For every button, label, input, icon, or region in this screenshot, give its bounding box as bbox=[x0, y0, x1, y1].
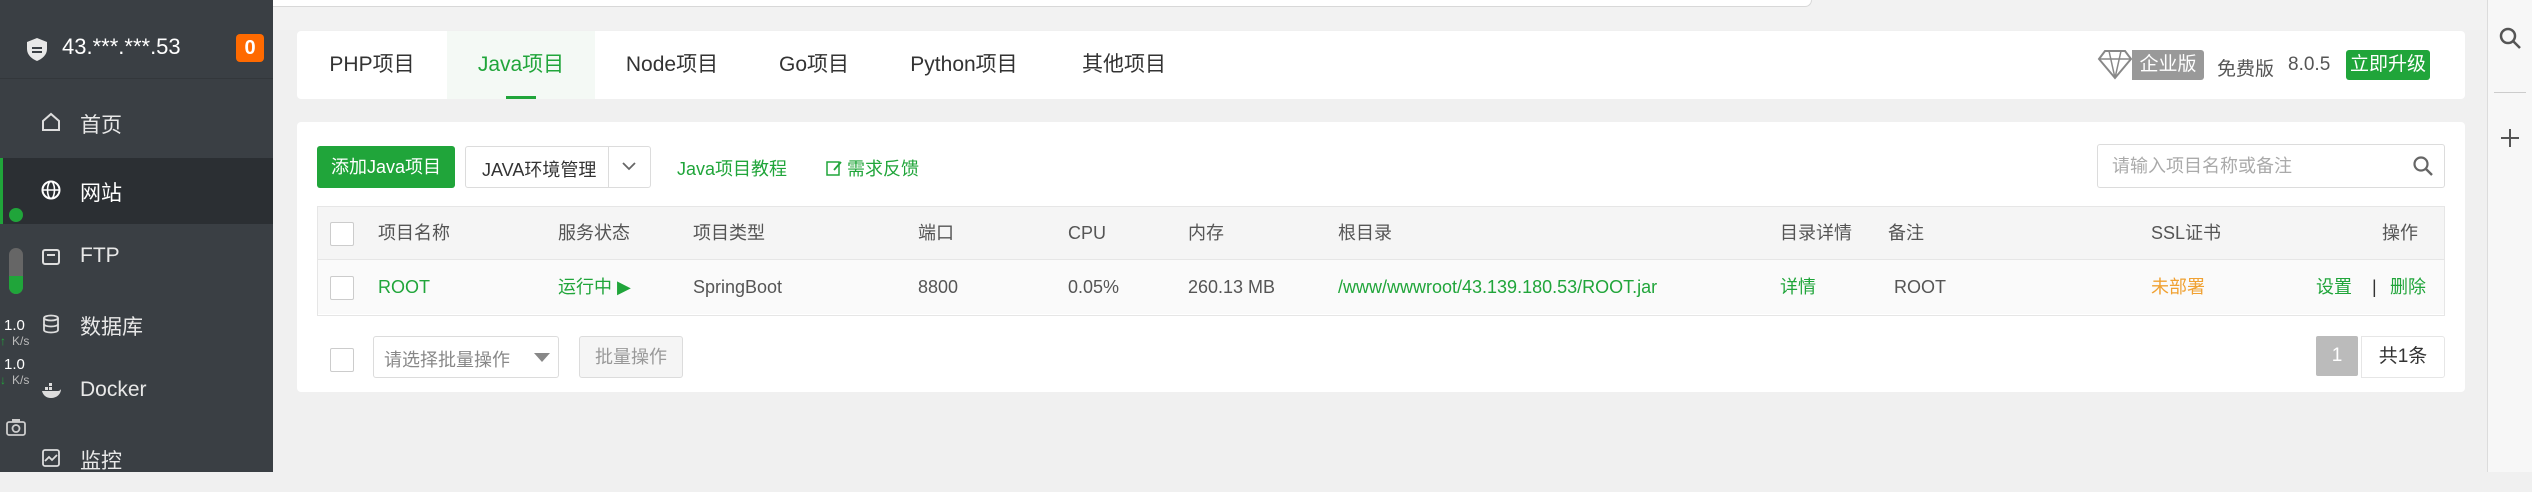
version-number: 8.0.5 bbox=[2288, 54, 2331, 75]
ssl-status-link[interactable]: 未部署 bbox=[2151, 260, 2205, 314]
search-icon[interactable] bbox=[2498, 26, 2522, 50]
status-running[interactable]: 运行中 ▶ bbox=[558, 260, 631, 314]
free-edition-label: 免费版 bbox=[2217, 59, 2275, 80]
load-bar bbox=[9, 248, 23, 294]
tab-php[interactable]: PHP项目 bbox=[297, 31, 447, 99]
action-separator: | bbox=[2372, 277, 2377, 297]
home-icon bbox=[40, 111, 62, 133]
memory-usage: 260.13 MB bbox=[1188, 277, 1276, 297]
batch-select-placeholder: 请选择批量操作 bbox=[384, 350, 510, 370]
select-all-checkbox[interactable] bbox=[330, 222, 354, 246]
project-type: SpringBoot bbox=[693, 277, 783, 297]
sidebar-item-home[interactable]: 首页 bbox=[0, 90, 273, 156]
download-rate: 1.0 bbox=[4, 356, 25, 373]
sidebar-item-label: 首页 bbox=[80, 114, 122, 137]
delete-link[interactable]: 删除 bbox=[2390, 260, 2426, 314]
tab-node[interactable]: Node项目 bbox=[595, 31, 749, 99]
globe-icon bbox=[40, 179, 62, 201]
table-header: 项目名称 服务状态 项目类型 端口 CPU 内存 根目录 目录详情 备注 SSL… bbox=[318, 207, 2444, 260]
tab-java[interactable]: Java项目 bbox=[447, 31, 595, 99]
add-java-project-button[interactable]: 添加Java项目 bbox=[317, 146, 455, 188]
upload-rate: 1.0 bbox=[4, 317, 25, 334]
col-actions: 操作 bbox=[2382, 223, 2418, 243]
col-root: 根目录 bbox=[1338, 223, 1392, 243]
batch-operation-select[interactable]: 请选择批量操作 bbox=[373, 336, 559, 378]
edition-badge[interactable]: 企业版 bbox=[2132, 50, 2204, 80]
browser-side-panel bbox=[2487, 0, 2532, 472]
col-name: 项目名称 bbox=[378, 223, 450, 243]
feedback-link[interactable]: 需求反馈 bbox=[825, 155, 919, 182]
page-number-current[interactable]: 1 bbox=[2316, 336, 2358, 376]
sidebar-item-label: Docker bbox=[80, 378, 147, 401]
server-ip[interactable]: 43.***.***.53 bbox=[62, 34, 181, 60]
batch-select-checkbox[interactable] bbox=[330, 348, 354, 372]
notification-badge[interactable]: 0 bbox=[236, 34, 264, 62]
sidebar: 43.***.***.53 0 首页 网站 FTP 数据库 Docker 监控 … bbox=[0, 0, 273, 473]
sidebar-item-label: 数据库 bbox=[80, 316, 143, 339]
sidebar-item-label: 网站 bbox=[80, 182, 122, 205]
sidebar-item-monitor[interactable]: 监控 bbox=[0, 426, 273, 492]
cpu-usage: 0.05% bbox=[1068, 277, 1120, 297]
sidebar-item-ftp[interactable]: FTP bbox=[0, 225, 273, 291]
project-table: 项目名称 服务状态 项目类型 端口 CPU 内存 根目录 目录详情 备注 SSL… bbox=[317, 206, 2445, 316]
upload-unit: K/s bbox=[12, 334, 30, 348]
search-icon[interactable] bbox=[2412, 155, 2434, 177]
sidebar-item-website[interactable]: 网站 bbox=[0, 158, 273, 224]
sidebar-item-label: FTP bbox=[80, 244, 120, 267]
table-row[interactable]: ROOT 运行中 ▶ SpringBoot 8800 0.05% 260.13 … bbox=[318, 260, 2444, 314]
col-remark: 备注 bbox=[1888, 223, 1924, 243]
download-unit: K/s bbox=[12, 373, 30, 387]
col-cpu: CPU bbox=[1068, 223, 1107, 243]
java-tutorial-link[interactable]: Java项目教程 bbox=[677, 155, 787, 181]
ftp-icon bbox=[40, 246, 62, 268]
col-dir-details: 目录详情 bbox=[1780, 223, 1852, 243]
chevron-down-icon[interactable] bbox=[618, 155, 640, 177]
table-footer: 请选择批量操作 批量操作 1 共1条 bbox=[297, 334, 2465, 380]
caret-down-icon bbox=[534, 353, 550, 362]
settings-link[interactable]: 设置 bbox=[2316, 260, 2352, 314]
sidebar-item-label: 监控 bbox=[80, 450, 122, 473]
arrow-down-icon: ↓ bbox=[0, 373, 6, 387]
col-type: 项目类型 bbox=[693, 223, 765, 243]
network-widget: 1.0 ↑ K/s 1.0 ↓ K/s bbox=[0, 200, 40, 450]
total-count: 共1条 bbox=[2361, 336, 2445, 378]
upgrade-button[interactable]: 立即升级 bbox=[2346, 50, 2430, 80]
col-ssl: SSL证书 bbox=[2151, 223, 2222, 243]
tab-go[interactable]: Go项目 bbox=[749, 31, 879, 99]
tab-other[interactable]: 其他项目 bbox=[1049, 31, 1199, 99]
sidebar-item-database[interactable]: 数据库 bbox=[0, 292, 273, 358]
tab-python[interactable]: Python项目 bbox=[879, 31, 1049, 99]
batch-operation-button[interactable]: 批量操作 bbox=[579, 336, 683, 378]
project-tabs-bar: PHP项目 Java项目 Node项目 Go项目 Python项目 其他项目 企… bbox=[297, 31, 2465, 99]
project-name-link[interactable]: ROOT bbox=[378, 260, 430, 314]
remark-value[interactable]: ROOT bbox=[1894, 260, 1946, 314]
sidebar-item-docker[interactable]: Docker bbox=[0, 359, 273, 425]
arrow-up-icon: ↑ bbox=[0, 334, 6, 348]
project-port: 8800 bbox=[918, 277, 959, 297]
database-icon bbox=[40, 313, 62, 335]
diamond-icon bbox=[2097, 47, 2133, 81]
java-project-panel: 添加Java项目 JAVA环境管理 Java项目教程 需求反馈 项目名称 服务状… bbox=[297, 122, 2465, 392]
camera-icon[interactable] bbox=[6, 418, 26, 442]
monitor-icon bbox=[40, 447, 62, 469]
col-memory: 内存 bbox=[1188, 223, 1224, 243]
edit-icon bbox=[825, 159, 843, 182]
col-status: 服务状态 bbox=[558, 223, 630, 243]
sidebar-header: 43.***.***.53 0 bbox=[0, 20, 273, 79]
col-port: 端口 bbox=[918, 223, 954, 243]
dir-details-link[interactable]: 详情 bbox=[1780, 260, 1816, 314]
status-dot bbox=[9, 208, 23, 222]
root-dir-link[interactable]: /www/wwwroot/43.139.180.53/ROOT.jar bbox=[1338, 260, 1657, 314]
project-search-box[interactable] bbox=[2097, 144, 2445, 188]
plus-icon[interactable] bbox=[2498, 126, 2522, 150]
search-input[interactable] bbox=[2110, 153, 2404, 179]
row-checkbox[interactable] bbox=[330, 276, 354, 300]
browser-top-area bbox=[0, 0, 2532, 30]
server-logo-icon bbox=[24, 36, 50, 62]
java-env-dropdown[interactable]: JAVA环境管理 bbox=[465, 146, 651, 188]
docker-icon bbox=[40, 380, 62, 402]
java-env-label: JAVA环境管理 bbox=[482, 160, 597, 180]
panel-divider bbox=[2494, 92, 2526, 93]
